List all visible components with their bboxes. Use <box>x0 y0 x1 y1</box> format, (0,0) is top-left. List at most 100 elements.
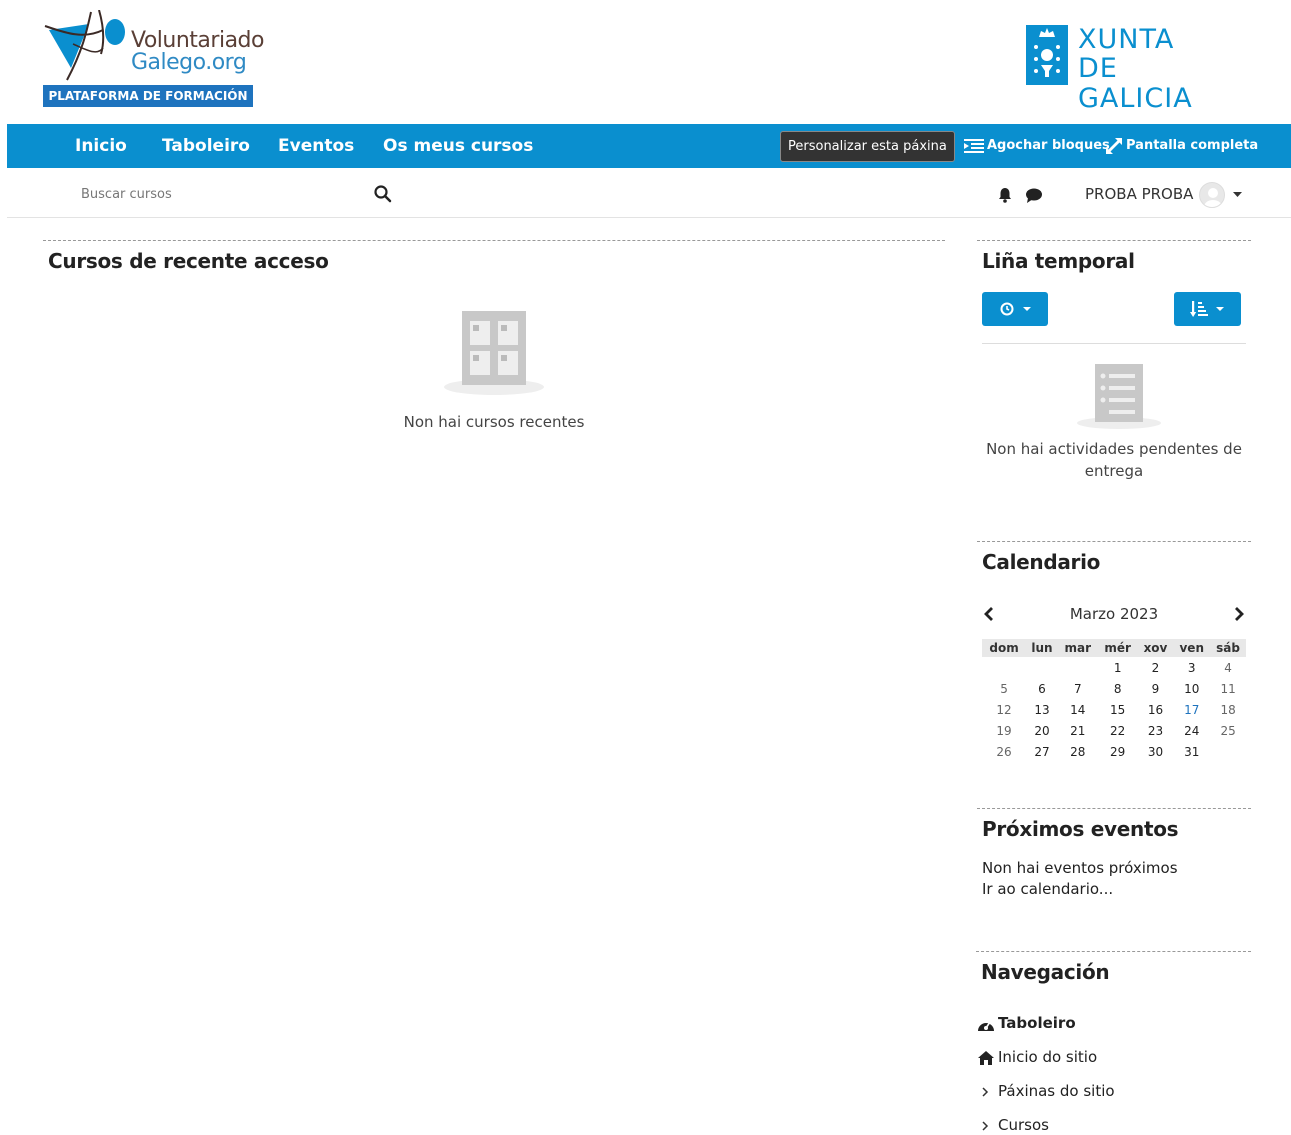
calendar-day: 4 <box>1224 660 1232 675</box>
calendar-day: 12 <box>996 702 1012 717</box>
clock-icon <box>1000 302 1014 316</box>
sort-icon <box>1190 301 1208 317</box>
calendar-day: 10 <box>1184 681 1200 696</box>
avatar <box>1199 181 1226 208</box>
calendar-day: 21 <box>1070 723 1086 738</box>
timeline-block: Liña temporal Non hai actividades penden… <box>977 240 1251 500</box>
calendar-block: Calendario Marzo 2023 dom lun mar mér xo… <box>977 541 1251 781</box>
search-input[interactable] <box>73 180 373 208</box>
hide-blocks-label: Agochar bloques <box>987 138 1110 153</box>
calendar-day: 30 <box>1147 744 1164 759</box>
weekday-sab: sáb <box>1210 639 1246 657</box>
calendar-day: 5 <box>1000 681 1008 696</box>
calendar-day: 28 <box>1070 744 1086 759</box>
calendar-day: 26 <box>996 744 1012 759</box>
calendar-day-today[interactable]: 17 <box>1173 699 1210 720</box>
no-recent-courses-text: Non hai cursos recentes <box>403 413 585 431</box>
customize-page-button[interactable]: Personalizar esta páxina <box>780 131 955 162</box>
weekday-ven: ven <box>1173 639 1211 657</box>
chevron-right-icon[interactable] <box>1233 606 1245 622</box>
logo-subtitle: PLATAFORMA DE FORMACIÓN <box>43 85 253 107</box>
list-placeholder-icon <box>1077 364 1161 429</box>
courses-placeholder-icon <box>444 311 544 395</box>
calendar-day: 15 <box>1110 702 1126 717</box>
calendar-day: 19 <box>996 723 1012 738</box>
outdent-icon <box>964 138 984 153</box>
no-upcoming-events-text: Non hai eventos próximos <box>982 859 1178 877</box>
weekday-dom: dom <box>982 639 1027 657</box>
calendar-day <box>1026 657 1058 678</box>
calendar-day: 20 <box>1034 723 1050 738</box>
no-pending-activities-text: Non hai actividades pendentes de entrega <box>977 438 1251 482</box>
nav-taboleiro[interactable]: Taboleiro <box>162 124 250 168</box>
recent-courses-title: Cursos de recente acceso <box>48 249 329 273</box>
search-bar: PROBA PROBA <box>7 168 1291 218</box>
recent-courses-block: Cursos de recente acceso Non hai cursos … <box>43 240 945 440</box>
calendar-day: 7 <box>1073 681 1082 696</box>
hide-blocks-button[interactable]: Agochar bloques <box>964 124 1110 168</box>
timeline-divider <box>982 343 1246 344</box>
xunta-crest-icon <box>1026 25 1068 85</box>
calendar-month: Marzo 2023 <box>1069 605 1159 623</box>
calendar-day: 18 <box>1220 702 1236 717</box>
chevron-down-icon <box>1023 307 1031 311</box>
go-to-calendar-link[interactable]: Ir ao calendario... <box>982 880 1113 898</box>
timeline-filter-button[interactable] <box>982 292 1048 326</box>
user-name: PROBA PROBA <box>1085 185 1194 203</box>
xunta-line1: XUNTA <box>1078 24 1175 55</box>
xunta-line2: DE GALICIA <box>1078 53 1193 114</box>
calendar-day: 16 <box>1147 702 1164 717</box>
bell-icon[interactable] <box>997 187 1013 203</box>
weekday-xov: xov <box>1137 639 1174 657</box>
calendar-day: 27 <box>1034 744 1050 759</box>
nav-inicio[interactable]: Inicio <box>75 124 127 168</box>
nav-tree-taboleiro[interactable]: Taboleiro <box>998 1014 1076 1032</box>
calendar-day <box>1058 657 1098 678</box>
weekday-mer: mér <box>1097 639 1138 657</box>
timeline-sort-button[interactable] <box>1174 292 1241 326</box>
fullscreen-button[interactable]: Pantalla completa <box>1105 124 1258 168</box>
no-pending-activities-line2: entrega <box>1084 462 1144 480</box>
calendar-day: 8 <box>1113 681 1122 696</box>
calendar-day <box>982 657 1026 678</box>
calendar-day: 24 <box>1184 723 1200 738</box>
calendar-day: 31 <box>1184 744 1200 759</box>
calendar-day: 2 <box>1151 660 1160 675</box>
nav-tree-inicio-do-sitio[interactable]: Inicio do sitio <box>998 1048 1097 1066</box>
xunta-logo[interactable]: XUNTA DE GALICIA <box>1026 24 1241 114</box>
nav-eventos[interactable]: Eventos <box>278 124 354 168</box>
calendar-table: dom lun mar mér xov ven sáb 1 2 3 4 5 6 <box>982 639 1246 762</box>
dashboard-icon <box>978 1021 994 1031</box>
upcoming-events-block: Próximos eventos Non hai eventos próximo… <box>977 808 1251 918</box>
chevron-right-icon[interactable] <box>981 1087 989 1097</box>
chevron-right-icon[interactable] <box>981 1121 989 1131</box>
calendar-title: Calendario <box>982 550 1101 574</box>
calendar-day: 1 <box>1113 660 1122 675</box>
calendar-day: 23 <box>1147 723 1164 738</box>
fullscreen-label: Pantalla completa <box>1126 138 1259 153</box>
upcoming-events-title: Próximos eventos <box>982 817 1179 841</box>
search-icon[interactable] <box>373 184 393 204</box>
user-menu[interactable]: PROBA PROBA <box>1085 180 1243 208</box>
bird-logo-icon <box>44 10 125 81</box>
timeline-title: Liña temporal <box>982 249 1135 273</box>
calendar-day: 29 <box>1110 744 1126 759</box>
navigation-title: Navegación <box>981 960 1110 984</box>
calendar-day: 22 <box>1110 723 1126 738</box>
nav-tree-cursos[interactable]: Cursos <box>998 1116 1049 1134</box>
chat-icon[interactable] <box>1025 188 1043 203</box>
calendar-day: 14 <box>1070 702 1086 717</box>
calendar-day: 11 <box>1220 681 1236 696</box>
weekday-mar: mar <box>1057 639 1098 657</box>
voluntariado-logo[interactable]: Voluntariado Galego.org PLATAFORMA DE FO… <box>43 10 264 108</box>
weekday-lun: lun <box>1026 639 1058 657</box>
calendar-day: 6 <box>1038 681 1046 696</box>
no-pending-activities-line1: Non hai actividades pendentes de <box>986 440 1242 458</box>
calendar-day: 9 <box>1151 681 1160 696</box>
chevron-down-icon <box>1216 307 1224 311</box>
nav-tree-paxinas-do-sitio[interactable]: Páxinas do sitio <box>998 1082 1115 1100</box>
nav-os-meus-cursos[interactable]: Os meus cursos <box>383 124 533 168</box>
expand-icon <box>1106 137 1122 154</box>
logo-line2: Galego.org <box>131 50 247 75</box>
navigation-block: Navegación Taboleiro Inicio do sitio Páx… <box>976 951 1251 1135</box>
